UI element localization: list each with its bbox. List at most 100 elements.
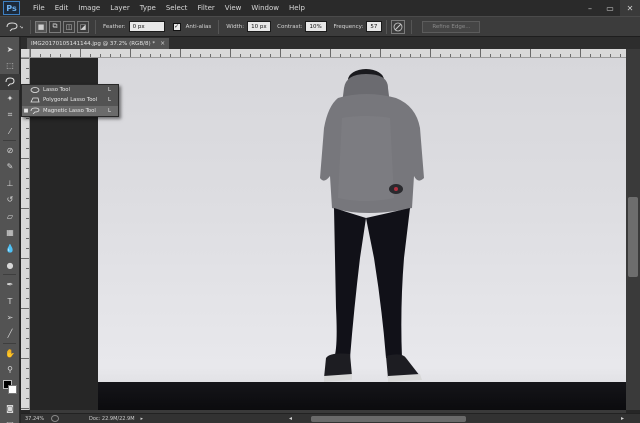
document-tab[interactable]: IMG20170105141144.jpg @ 37.2% (RGB/8) * … xyxy=(27,38,170,49)
ruler-tick xyxy=(190,54,191,57)
eyedropper-tool-icon[interactable]: ⁄ xyxy=(0,123,20,139)
selected-bullet-icon: ■ xyxy=(23,107,29,114)
ruler-tick xyxy=(26,278,29,279)
ruler-tick xyxy=(100,54,101,57)
marquee-tool-icon[interactable]: ⬚ xyxy=(0,57,20,73)
ruler-tick xyxy=(280,49,281,57)
width-input[interactable]: 10 px xyxy=(247,21,272,32)
ruler-tick xyxy=(26,168,29,169)
horizontal-scroll-thumb[interactable] xyxy=(311,416,466,422)
ruler-tick xyxy=(140,54,141,57)
ruler-tick xyxy=(21,358,29,359)
canvas-area[interactable] xyxy=(30,58,626,410)
tablet-pressure-icon[interactable] xyxy=(391,19,406,34)
screen-mode-icon[interactable]: ▣ xyxy=(0,416,20,423)
ruler-tick xyxy=(26,328,29,329)
menu-filter[interactable]: Filter xyxy=(192,0,219,16)
menu-type[interactable]: Type xyxy=(135,0,161,16)
flyout-item-lasso[interactable]: Lasso Tool L xyxy=(22,85,118,95)
ruler-tick xyxy=(110,54,111,57)
eraser-tool-icon[interactable]: ▱ xyxy=(0,208,20,224)
contrast-input[interactable]: 10% xyxy=(305,21,328,32)
contrast-label: Contrast: xyxy=(277,23,303,30)
feather-label: Feather: xyxy=(103,23,126,30)
menu-image[interactable]: Image xyxy=(73,0,105,16)
ruler-tick xyxy=(550,54,551,57)
options-bar: ■ ⧉ ◫ ◪ Feather: 0 px ✓ Anti-alias Width… xyxy=(0,16,640,37)
menu-select[interactable]: Select xyxy=(161,0,193,16)
clone-stamp-tool-icon[interactable]: ⊥ xyxy=(0,175,20,191)
magnetic-lasso-icon xyxy=(5,77,15,87)
ruler-tick xyxy=(510,54,511,57)
scroll-left-arrow-icon[interactable]: ◂ xyxy=(289,415,292,422)
vertical-scroll-thumb[interactable] xyxy=(628,197,638,277)
shape-tool-icon[interactable]: ╱ xyxy=(0,326,20,342)
menu-help[interactable]: Help xyxy=(284,0,310,16)
horizontal-ruler[interactable] xyxy=(30,49,626,58)
add-to-selection-icon[interactable]: ⧉ xyxy=(49,20,61,33)
menu-layer[interactable]: Layer xyxy=(105,0,135,16)
ruler-tick xyxy=(260,54,261,57)
menu-view[interactable]: View xyxy=(220,0,247,16)
zoom-level[interactable]: 37.24% xyxy=(21,416,49,422)
gradient-tool-icon[interactable]: ▦ xyxy=(0,224,20,240)
dodge-tool-icon[interactable]: ● xyxy=(0,257,20,273)
flyout-item-label: Polygonal Lasso Tool xyxy=(43,97,98,104)
ruler-tick xyxy=(26,378,29,379)
flyout-item-magnetic-lasso[interactable]: ■ Magnetic Lasso Tool L xyxy=(22,105,118,116)
magnetic-lasso-icon xyxy=(6,21,23,31)
move-tool-icon[interactable]: ➤ xyxy=(0,41,20,57)
type-tool-icon[interactable]: T xyxy=(0,293,20,309)
ruler-tick xyxy=(26,338,29,339)
new-selection-icon[interactable]: ■ xyxy=(35,20,47,33)
quick-selection-tool-icon[interactable]: ✦ xyxy=(0,90,20,106)
separator xyxy=(386,19,388,34)
restore-button[interactable]: ▭ xyxy=(600,0,620,16)
ruler-tick xyxy=(230,49,231,57)
ruler-tick xyxy=(560,54,561,57)
ruler-tick xyxy=(26,128,29,129)
close-window-button[interactable]: ✕ xyxy=(620,0,640,16)
document-image[interactable] xyxy=(98,58,626,410)
blur-tool-icon[interactable]: 💧 xyxy=(0,241,20,257)
document-tab-title: IMG20170105141144.jpg @ 37.2% (RGB/8) * xyxy=(31,40,156,47)
hand-tool-icon[interactable]: ✋ xyxy=(0,345,20,361)
close-document-icon[interactable]: × xyxy=(160,40,165,47)
brush-tool-icon[interactable]: ✎ xyxy=(0,159,20,175)
healing-brush-tool-icon[interactable]: ⊘ xyxy=(0,142,20,158)
background-color-swatch[interactable] xyxy=(8,384,17,394)
subtract-from-selection-icon[interactable]: ◫ xyxy=(63,20,75,33)
ruler-tick xyxy=(460,54,461,57)
menu-edit[interactable]: Edit xyxy=(50,0,74,16)
pen-tool-icon[interactable]: ✒ xyxy=(0,276,20,292)
ruler-tick xyxy=(70,54,71,57)
ruler-tick xyxy=(500,54,501,57)
menu-window[interactable]: Window xyxy=(246,0,284,16)
frequency-input[interactable]: 57 xyxy=(366,21,383,32)
history-brush-tool-icon[interactable]: ↺ xyxy=(0,192,20,208)
color-swatches[interactable] xyxy=(0,378,19,400)
ruler-tick xyxy=(430,49,431,57)
path-selection-tool-icon[interactable]: ➢ xyxy=(0,309,20,325)
status-info-icon[interactable] xyxy=(51,415,59,422)
refine-edge-button[interactable]: Refine Edge... xyxy=(422,20,481,33)
intersect-selection-icon[interactable]: ◪ xyxy=(77,20,89,33)
flyout-item-polygonal-lasso[interactable]: Polygonal Lasso Tool L xyxy=(22,95,118,105)
tool-preset-picker[interactable] xyxy=(4,20,24,33)
quick-mask-icon[interactable]: ◙ xyxy=(0,400,20,416)
antialias-checkbox[interactable]: ✓ xyxy=(172,22,181,31)
ruler-origin[interactable] xyxy=(21,49,30,58)
minimize-button[interactable]: – xyxy=(580,0,600,16)
menu-file[interactable]: File xyxy=(28,0,50,16)
scroll-right-arrow-icon[interactable]: ▸ xyxy=(621,415,624,422)
ruler-tick xyxy=(60,54,61,57)
crop-tool-icon[interactable]: ⌗ xyxy=(0,107,20,123)
ruler-tick xyxy=(26,398,29,399)
vertical-scrollbar[interactable] xyxy=(626,49,640,410)
status-menu-arrow-icon[interactable]: ▸ xyxy=(141,416,144,422)
lasso-tool-icon[interactable] xyxy=(0,73,20,91)
feather-input[interactable]: 0 px xyxy=(128,21,165,32)
zoom-tool-icon[interactable]: ⚲ xyxy=(0,361,20,377)
ruler-tick xyxy=(90,54,91,57)
flyout-item-shortcut: L xyxy=(108,97,111,104)
